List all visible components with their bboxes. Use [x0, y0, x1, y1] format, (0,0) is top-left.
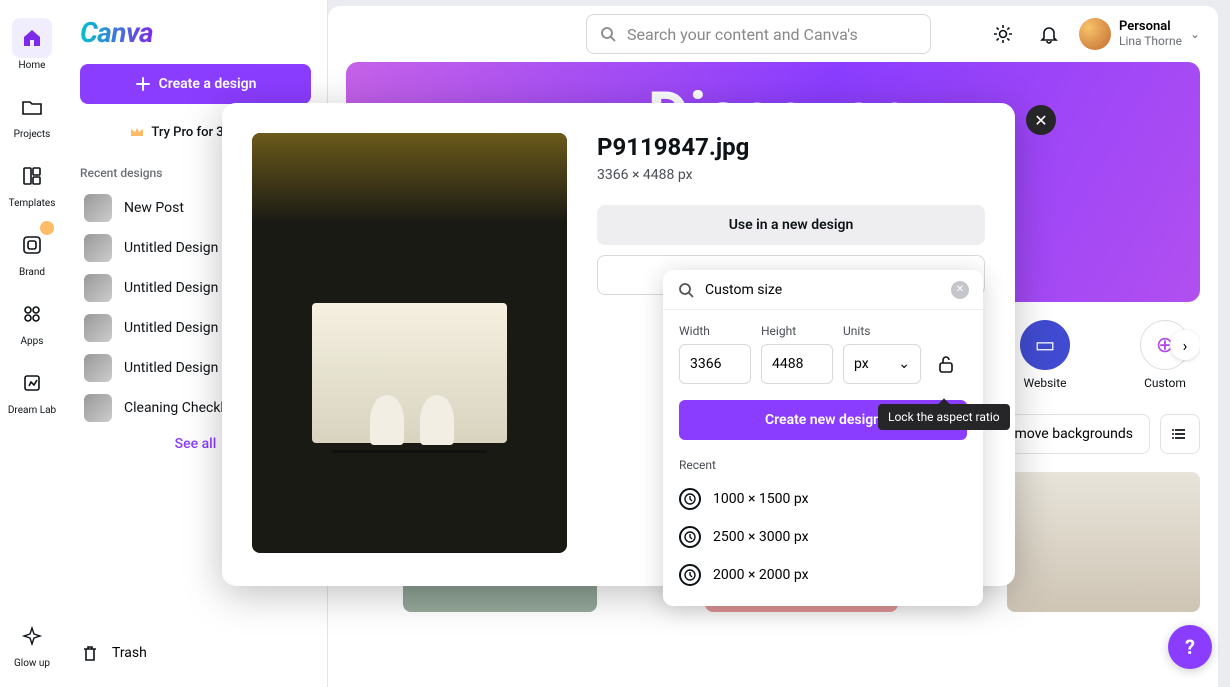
units-select[interactable]: px ⌄ — [843, 344, 921, 384]
height-field: Height — [761, 324, 833, 384]
custom-size-search-input[interactable] — [705, 282, 941, 298]
recent-size-item[interactable]: 2000 × 2000 px — [679, 556, 967, 594]
tooltip-text: Lock the aspect ratio — [888, 410, 1000, 424]
use-in-new-design-button[interactable]: Use in a new design — [597, 205, 985, 245]
recent-size-label: 2500 × 3000 px — [713, 529, 809, 545]
close-icon: ✕ — [1034, 111, 1047, 130]
modal-dimensions: 3366 × 4488 px — [597, 167, 985, 183]
close-modal-button[interactable]: ✕ — [1026, 105, 1056, 135]
clear-search-button[interactable]: ✕ — [951, 281, 969, 299]
help-button[interactable]: ? — [1168, 625, 1212, 669]
field-label: Height — [761, 324, 833, 338]
button-label: Create new design — [765, 412, 881, 428]
image-preview — [252, 133, 567, 553]
height-input[interactable] — [761, 344, 833, 384]
clock-icon — [679, 488, 701, 510]
recent-size-item[interactable]: 1000 × 1500 px — [679, 480, 967, 518]
width-input[interactable] — [679, 344, 751, 384]
field-label: Units — [843, 324, 921, 338]
modal-filename: P9119847.jpg — [597, 133, 985, 161]
chevron-down-icon: ⌄ — [898, 356, 910, 372]
recent-size-label: 1000 × 1500 px — [713, 491, 809, 507]
lock-tooltip: Lock the aspect ratio — [878, 404, 1010, 430]
close-icon: ✕ — [956, 284, 964, 295]
unlock-icon — [938, 355, 954, 373]
clock-icon — [679, 526, 701, 548]
custom-size-popover: ✕ Width Height Units px ⌄ Create ne — [663, 270, 983, 606]
lock-aspect-ratio-button[interactable] — [931, 344, 961, 384]
units-field: Units px ⌄ — [843, 324, 921, 384]
clock-icon — [679, 564, 701, 586]
recent-sizes-heading: Recent — [679, 458, 967, 472]
search-icon — [677, 281, 695, 299]
popover-search: ✕ — [663, 270, 983, 310]
field-label: Width — [679, 324, 751, 338]
width-field: Width — [679, 324, 751, 384]
recent-size-item[interactable]: 2500 × 3000 px — [679, 518, 967, 556]
help-icon: ? — [1185, 635, 1195, 659]
units-value: px — [854, 356, 869, 372]
recent-size-label: 2000 × 2000 px — [713, 567, 809, 583]
button-label: Use in a new design — [729, 217, 854, 233]
